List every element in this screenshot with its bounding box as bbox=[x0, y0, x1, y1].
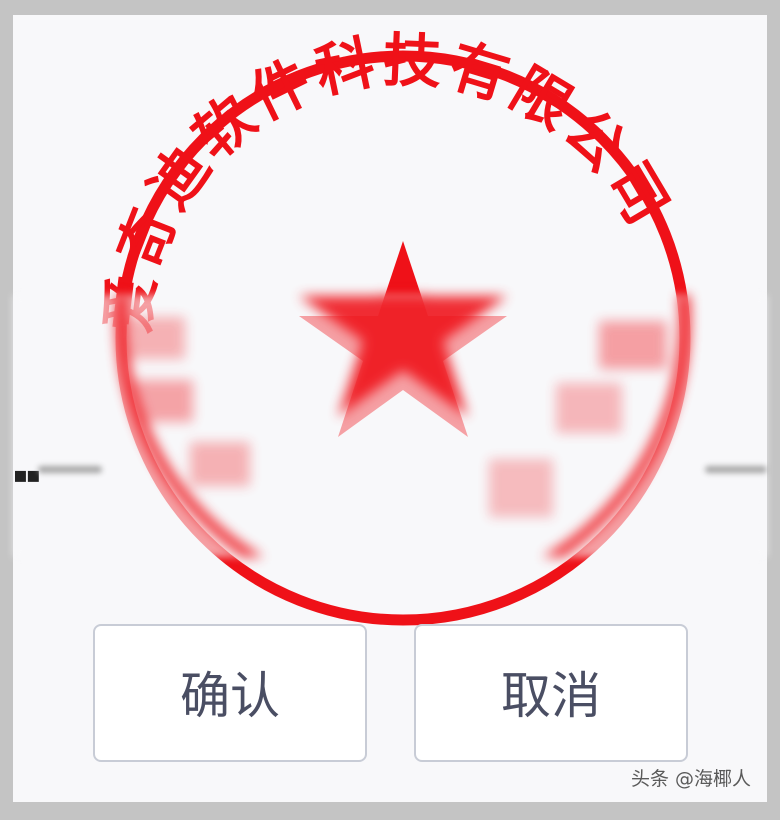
ellipsis-icon: ▪▪ bbox=[13, 463, 41, 488]
blurred-right-divider bbox=[705, 466, 767, 473]
blurred-seal-overlay bbox=[93, 295, 713, 557]
blurred-left-glyph-2 bbox=[135, 380, 193, 422]
blurred-right-glyph-1 bbox=[599, 321, 667, 369]
blurred-right-glyph-2 bbox=[556, 383, 622, 433]
confirm-button[interactable]: 确认 bbox=[93, 624, 367, 762]
blurred-left-divider bbox=[38, 466, 102, 473]
blurred-left-glyph-1 bbox=[123, 317, 185, 359]
blurred-right-glyph-3 bbox=[489, 459, 553, 517]
dialog-actions: 确认 取消 bbox=[93, 624, 691, 764]
blurred-star-icon bbox=[299, 295, 507, 417]
source-watermark: 头条 @海椰人 bbox=[630, 768, 751, 790]
blurred-seal-graphic bbox=[115, 295, 691, 557]
cancel-button[interactable]: 取消 bbox=[414, 624, 688, 762]
blurred-left-glyph-3 bbox=[190, 442, 250, 486]
stamp-dialog: 爱奇迪软件科技有限公司 ▪▪ 确认 取消 头条 @海椰人 bbox=[13, 15, 767, 802]
